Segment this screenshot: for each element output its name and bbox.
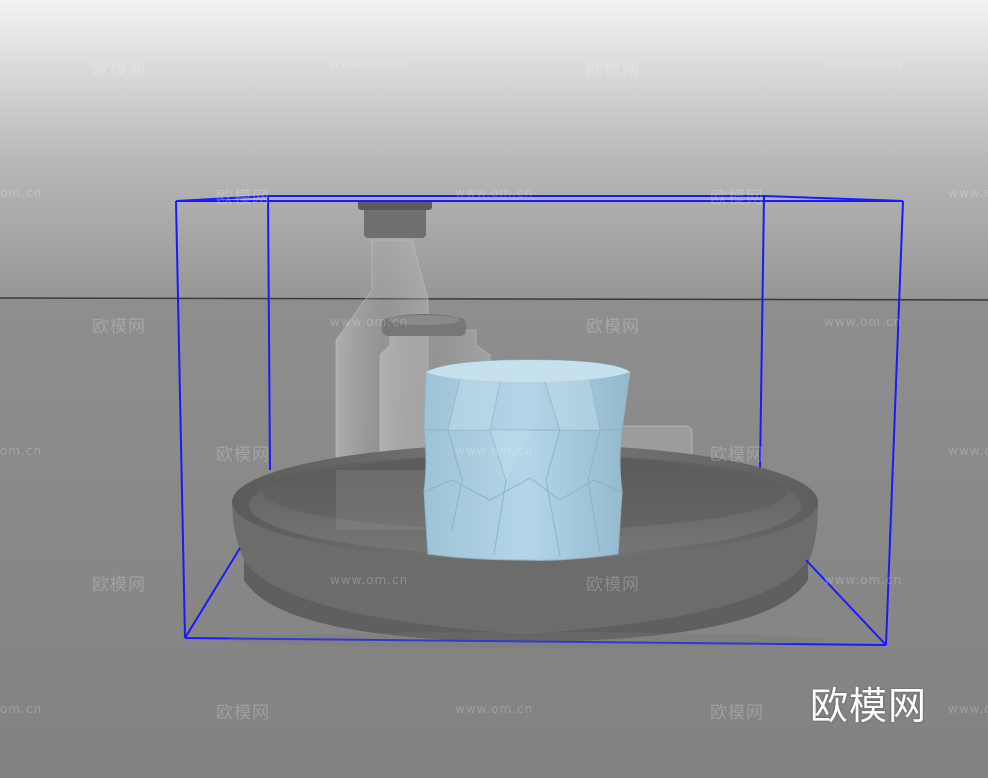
background-wall [0, 0, 988, 298]
faceted-cup-object[interactable] [423, 359, 631, 561]
bottle-base-reflection [336, 470, 428, 530]
scene-canvas[interactable] [0, 0, 988, 778]
tray-shadow [225, 632, 825, 648]
viewport-3d[interactable]: 欧模网 www.om.cn 欧模网 www.om.cn om.cn 欧模网 ww… [0, 0, 988, 778]
site-logo-text: 欧模网 [810, 684, 928, 728]
